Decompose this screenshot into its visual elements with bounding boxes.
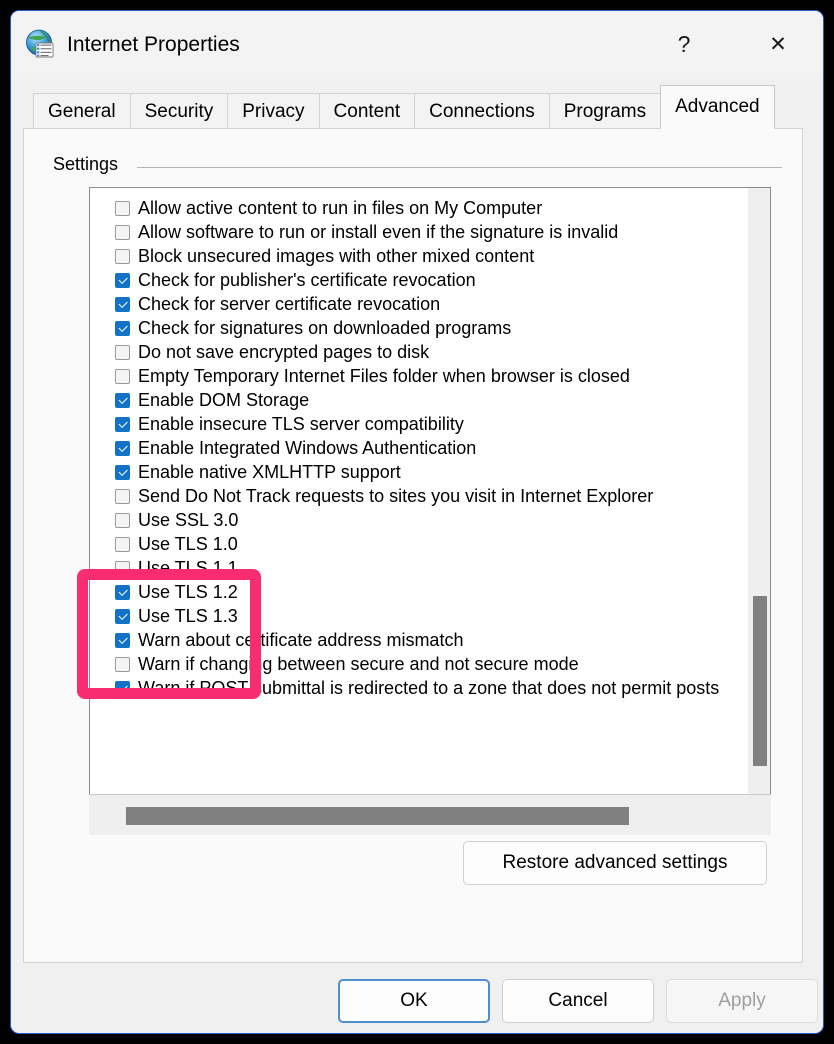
setting-row[interactable]: Use TLS 1.2	[90, 580, 738, 604]
setting-label: Use TLS 1.1	[138, 558, 238, 578]
setting-label: Check for server certificate revocation	[138, 294, 440, 314]
checkbox-checked-icon[interactable]	[115, 321, 130, 336]
setting-label: Allow software to run or install even if…	[138, 222, 618, 242]
setting-row[interactable]: Check for publisher's certificate revoca…	[90, 268, 738, 292]
vertical-scrollbar-thumb[interactable]	[753, 596, 767, 766]
setting-label: Use TLS 1.0	[138, 534, 238, 554]
setting-label: Send Do Not Track requests to sites you …	[138, 486, 653, 506]
checkbox-checked-icon[interactable]	[115, 441, 130, 456]
vertical-scrollbar[interactable]	[748, 188, 770, 834]
checkbox-unchecked-icon[interactable]	[115, 513, 130, 528]
setting-row[interactable]: Use TLS 1.3	[90, 604, 738, 628]
apply-button: Apply	[666, 979, 818, 1023]
checkbox-checked-icon[interactable]	[115, 273, 130, 288]
setting-label: Enable native XMLHTTP support	[138, 462, 401, 482]
setting-label: Warn about certificate address mismatch	[138, 630, 463, 650]
setting-label: Block unsecured images with other mixed …	[138, 246, 534, 266]
setting-label: Use TLS 1.3	[138, 606, 238, 626]
ok-button[interactable]: OK	[338, 979, 490, 1023]
setting-row[interactable]: Warn if changing between secure and not …	[90, 652, 738, 676]
setting-row[interactable]: Enable insecure TLS server compatibility	[90, 412, 738, 436]
checkbox-checked-icon[interactable]	[115, 633, 130, 648]
setting-row[interactable]: Use TLS 1.1	[90, 556, 738, 580]
tab-security[interactable]: Security	[130, 93, 229, 129]
setting-label: Check for signatures on downloaded progr…	[138, 318, 511, 338]
setting-row[interactable]: Enable Integrated Windows Authentication	[90, 436, 738, 460]
checkbox-unchecked-icon[interactable]	[115, 225, 130, 240]
checkbox-unchecked-icon[interactable]	[115, 249, 130, 264]
tab-programs[interactable]: Programs	[549, 93, 661, 129]
checkbox-checked-icon[interactable]	[115, 417, 130, 432]
restore-advanced-settings-button[interactable]: Restore advanced settings	[463, 841, 767, 885]
settings-group-divider	[137, 167, 782, 168]
setting-label: Warn if changing between secure and not …	[138, 654, 579, 674]
horizontal-scrollbar[interactable]	[89, 794, 771, 835]
window-title: Internet Properties	[67, 33, 240, 57]
internet-properties-dialog: Internet Properties ? ✕ GeneralSecurityP…	[10, 10, 824, 1034]
setting-row[interactable]: Send Do Not Track requests to sites you …	[90, 484, 738, 508]
setting-row[interactable]: Do not save encrypted pages to disk	[90, 340, 738, 364]
setting-row[interactable]: Warn about certificate address mismatch	[90, 628, 738, 652]
checkbox-checked-icon[interactable]	[115, 681, 130, 696]
setting-row[interactable]: Allow active content to run in files on …	[90, 196, 738, 220]
checkbox-unchecked-icon[interactable]	[115, 369, 130, 384]
checkbox-checked-icon[interactable]	[115, 393, 130, 408]
title-bar: Internet Properties ? ✕	[11, 11, 823, 79]
tab-strip: GeneralSecurityPrivacyContentConnections…	[33, 85, 774, 129]
setting-label: Allow active content to run in files on …	[138, 198, 542, 218]
settings-group-label: Settings	[53, 154, 126, 175]
setting-label: Enable insecure TLS server compatibility	[138, 414, 464, 434]
setting-row[interactable]: Enable DOM Storage	[90, 388, 738, 412]
checkbox-unchecked-icon[interactable]	[115, 657, 130, 672]
setting-label: Use TLS 1.2	[138, 582, 238, 602]
setting-label: Empty Temporary Internet Files folder wh…	[138, 366, 630, 386]
setting-row[interactable]: Use TLS 1.0	[90, 532, 738, 556]
checkbox-unchecked-icon[interactable]	[115, 489, 130, 504]
setting-row[interactable]: Check for server certificate revocation	[90, 292, 738, 316]
checkbox-unchecked-icon[interactable]	[115, 561, 130, 576]
checkbox-checked-icon[interactable]	[115, 609, 130, 624]
setting-row[interactable]: Use SSL 3.0	[90, 508, 738, 532]
cancel-button[interactable]: Cancel	[502, 979, 654, 1023]
help-button[interactable]: ?	[661, 21, 707, 67]
horizontal-scrollbar-thumb[interactable]	[126, 807, 629, 825]
checkbox-unchecked-icon[interactable]	[115, 201, 130, 216]
setting-row[interactable]: Warn if POST submittal is redirected to …	[90, 676, 738, 700]
tab-general[interactable]: General	[33, 93, 131, 129]
tab-connections[interactable]: Connections	[414, 93, 550, 129]
tab-content[interactable]: Content	[319, 93, 416, 129]
setting-label: Warn if POST submittal is redirected to …	[138, 678, 719, 698]
tab-privacy[interactable]: Privacy	[227, 93, 319, 129]
setting-row[interactable]: Check for signatures on downloaded progr…	[90, 316, 738, 340]
setting-row[interactable]: Empty Temporary Internet Files folder wh…	[90, 364, 738, 388]
setting-row[interactable]: Enable native XMLHTTP support	[90, 460, 738, 484]
setting-row[interactable]: Allow software to run or install even if…	[90, 220, 738, 244]
setting-label: Enable Integrated Windows Authentication	[138, 438, 476, 458]
checkbox-checked-icon[interactable]	[115, 465, 130, 480]
checkbox-checked-icon[interactable]	[115, 585, 130, 600]
internet-properties-globe-icon	[25, 29, 59, 63]
setting-row[interactable]: Block unsecured images with other mixed …	[90, 244, 738, 268]
checkbox-unchecked-icon[interactable]	[115, 345, 130, 360]
checkbox-checked-icon[interactable]	[115, 297, 130, 312]
settings-list: Allow active content to run in files on …	[90, 196, 738, 796]
setting-label: Do not save encrypted pages to disk	[138, 342, 429, 362]
setting-label: Check for publisher's certificate revoca…	[138, 270, 476, 290]
close-button[interactable]: ✕	[755, 21, 801, 67]
setting-label: Use SSL 3.0	[138, 510, 238, 530]
setting-label: Enable DOM Storage	[138, 390, 309, 410]
advanced-settings-listbox[interactable]: Allow active content to run in files on …	[89, 187, 771, 835]
tab-advanced[interactable]: Advanced	[660, 85, 775, 129]
checkbox-unchecked-icon[interactable]	[115, 537, 130, 552]
